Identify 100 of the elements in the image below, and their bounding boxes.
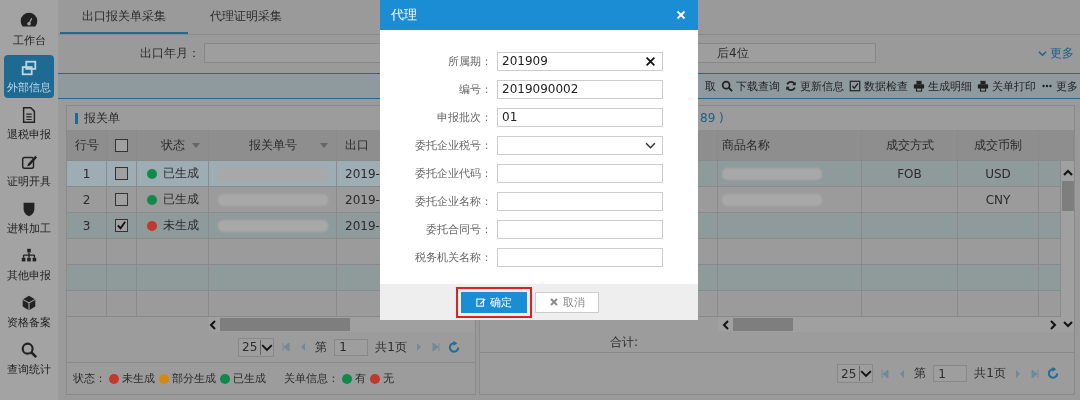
tab[interactable]: 出口报关单采集 [60,0,188,34]
close-icon [549,297,559,307]
field-label: 出口年月： [140,44,200,62]
checkbox-icon [849,80,861,92]
checkbox[interactable] [115,219,128,232]
refresh-icon [785,80,797,92]
caret-down-icon [192,143,200,148]
sidebar-item[interactable]: 证明开具 [4,149,54,192]
field-label: 所属期： [447,53,492,69]
column-header: 成交方式 [862,130,958,160]
page-label: 第 [914,365,927,382]
checkbox[interactable] [115,193,128,206]
chevron-left-icon [722,319,730,330]
table-cell: CNY [958,187,1039,212]
toolbar-button[interactable]: 更多 [1041,78,1078,94]
panel-title: 报关单 [84,109,120,127]
legend-text: 有 [355,371,366,386]
scrollbar-thumb[interactable] [733,318,793,331]
windows-icon [20,58,38,77]
status-text: 已生成 [162,165,199,182]
sidebar-item[interactable]: 进料加工 [4,196,54,239]
legend-label: 状态： [73,371,106,386]
input-field[interactable]: 201909 [497,51,663,71]
input-field[interactable] [497,247,663,267]
sidebar-item[interactable]: 资格备案 [4,290,54,333]
scrollbar[interactable] [718,317,1061,332]
checkbox[interactable] [115,167,128,180]
first-page-icon[interactable] [880,368,891,379]
page-input[interactable]: 1 [933,365,968,382]
input-field[interactable] [497,219,663,239]
status-text: 未生成 [162,217,199,234]
sidebar-item[interactable]: 外部信息 [4,55,54,98]
toolbar-button[interactable]: 关单打印 [977,78,1036,94]
next-page-icon[interactable] [1013,368,1023,379]
legend-text: 无 [383,371,394,386]
scrollbar-thumb[interactable] [1061,181,1074,211]
edit-icon [476,297,486,307]
sidebar-item[interactable]: 退税申报 [4,102,54,145]
column-header: 商品名称 [718,130,862,160]
tab[interactable]: 代理证明采集 [188,0,304,34]
page-size-select[interactable]: 25 [837,364,874,383]
table-cell: 2019- [345,192,380,207]
dialog-title: 代理 [391,6,417,24]
legend-text: 已生成 [233,371,266,386]
chevron-down-icon [260,339,274,355]
toolbar-button[interactable]: 下载查询 [721,78,780,94]
sidebar-item[interactable]: 查询统计 [4,337,54,380]
field-label: 委托企业税号： [414,137,492,153]
chevron-up-icon [1062,169,1073,177]
scrollbar[interactable] [1061,161,1074,332]
legend-text: 部分生成 [172,371,216,386]
page-label: 第 [315,338,328,356]
table-cell: 3 [67,213,107,238]
chevron-left-icon [209,319,217,330]
column-header: 行号 [67,130,107,160]
cube-icon [20,293,38,312]
page-input[interactable]: 1 [334,338,369,356]
select-field[interactable] [497,135,663,155]
next-page-icon[interactable] [414,342,424,352]
chevron-right-icon [1049,319,1057,330]
table-cell: USD [958,161,1039,186]
page-size-select[interactable]: 25 [238,337,275,357]
column-header[interactable]: 报关单号 [248,136,297,154]
page-total: 共1页 [974,365,1006,382]
total-label: 合计: [610,333,639,351]
table-cell: 2 [67,187,107,212]
field-label: 申报批次： [436,109,492,125]
input-field[interactable] [497,191,663,211]
clear-icon[interactable] [645,55,656,67]
scrollbar-thumb[interactable] [220,318,350,331]
table-cell: 1 [67,161,107,186]
last-page-icon[interactable] [1030,368,1040,379]
scrollbar[interactable] [209,317,475,332]
print-icon [913,80,925,92]
checkbox[interactable] [115,138,128,152]
toolbar-button[interactable]: 生成明细 [913,78,972,94]
sidebar-item[interactable]: 工作台 [4,8,54,51]
search-icon [20,340,38,359]
column-header[interactable]: 状态 [160,136,185,154]
toolbar-button[interactable]: 取 [705,78,716,94]
chevron-down-icon [859,366,873,381]
first-page-icon[interactable] [281,342,292,352]
refresh-icon[interactable] [1047,367,1060,380]
input-field[interactable]: 2019090002 [497,79,663,99]
input-field[interactable]: 01 [497,107,663,127]
close-icon[interactable] [676,10,686,20]
toolbar-button[interactable]: 更新信息 [785,78,844,94]
cancel-button[interactable]: 取消 [535,291,599,313]
input-field[interactable] [497,163,663,183]
table-cell: 2019- [345,218,380,233]
print-icon [977,80,989,92]
last-page-icon[interactable] [431,342,441,352]
search-icon [721,80,733,92]
chevron-down-icon [1062,320,1073,328]
toolbar-button[interactable]: 数据检查 [849,78,908,94]
confirm-button[interactable]: 确定 [461,291,527,313]
sidebar-item[interactable]: 其他申报 [4,243,54,286]
refresh-icon[interactable] [448,340,461,354]
legend-text: 未生成 [122,371,155,386]
page-total: 共1页 [375,338,407,356]
